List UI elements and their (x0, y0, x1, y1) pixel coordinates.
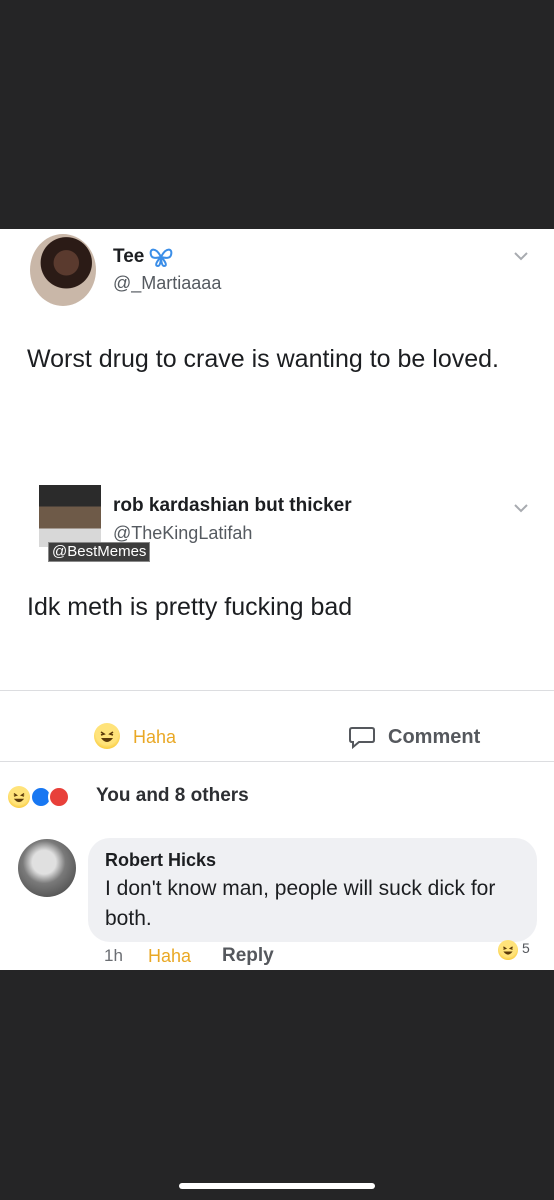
haha-icon[interactable] (94, 723, 120, 749)
comment-reaction-count[interactable]: 5 (522, 940, 530, 956)
tweet1-display-name: Tee (113, 246, 145, 267)
comment-icon[interactable] (348, 725, 376, 749)
tweet2-text: Idk meth is pretty fucking bad (27, 593, 353, 621)
commenter-avatar[interactable] (18, 839, 76, 897)
haha-button[interactable]: Haha (133, 727, 176, 748)
comment-haha-icon[interactable] (498, 940, 518, 960)
tweet2-handle: @TheKingLatifah (113, 523, 253, 543)
tweet1-handle: @_Martiaaaa (113, 273, 222, 293)
love-reaction-icon[interactable] (48, 786, 70, 808)
comment-author[interactable]: Robert Hicks (105, 850, 216, 871)
post-card: Tee @_Martiaaaa Worst drug to crave is w… (0, 229, 554, 970)
divider (0, 690, 554, 691)
home-indicator[interactable] (179, 1183, 375, 1189)
tweet1-text: Worst drug to crave is wanting to be lov… (27, 345, 499, 373)
watermark: @BestMemes (48, 542, 151, 562)
reaction-summary[interactable]: You and 8 others (96, 785, 249, 807)
comment-reply-button[interactable]: Reply (222, 945, 274, 967)
comment-button[interactable]: Comment (388, 726, 480, 749)
tweet1-avatar[interactable] (30, 234, 96, 306)
haha-reaction-icon[interactable] (8, 786, 30, 808)
chevron-down-icon[interactable] (512, 249, 530, 263)
divider (0, 761, 554, 762)
chevron-down-icon[interactable] (512, 501, 530, 515)
comment-text: I don't know man, people will suck dick … (105, 877, 496, 930)
tweet2-display-name: rob kardashian but thicker (113, 495, 352, 516)
comment-timestamp[interactable]: 1h (104, 946, 123, 966)
comment-haha-button[interactable]: Haha (148, 946, 191, 967)
tweet2-avatar[interactable] (39, 485, 101, 547)
butterfly-icon (149, 248, 173, 268)
